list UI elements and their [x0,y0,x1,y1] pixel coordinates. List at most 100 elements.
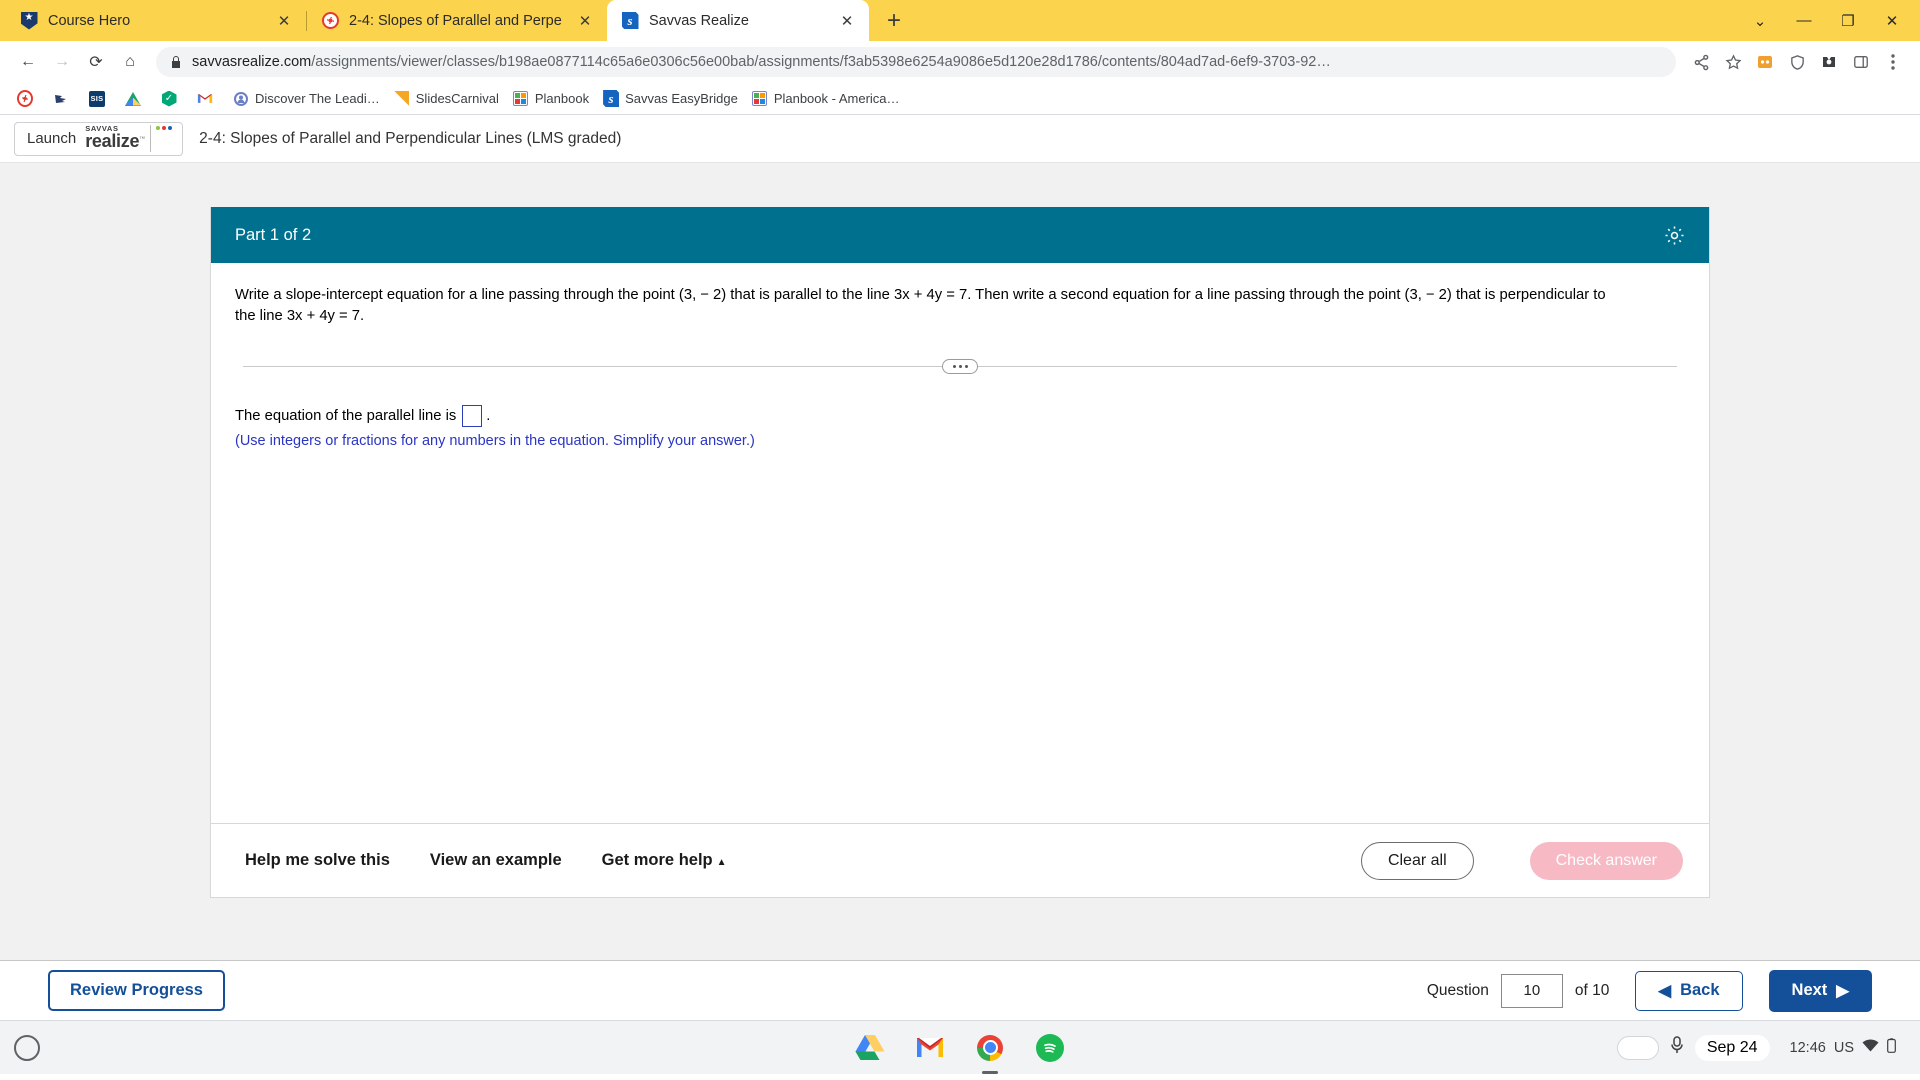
canvas-icon [321,12,339,30]
ellipsis-expand-icon[interactable] [942,359,978,374]
menu-icon[interactable] [1878,47,1908,77]
shelf-locale: US [1834,1040,1854,1056]
exercise-panel: Part 1 of 2 Write a slope-intercept equa… [210,207,1710,898]
url-domain: savvasrealize.com [192,54,311,70]
help-me-solve-this-button[interactable]: Help me solve this [245,851,390,870]
window-controls: ⌄ — ❐ ✕ [1738,0,1920,41]
microphone-icon[interactable] [1669,1035,1685,1060]
answer-prompt-after: . [486,408,490,424]
back-label: Back [1680,981,1719,1000]
bookmark-canvas[interactable] [10,88,46,110]
browser-toolbar: ← → ⟳ ⌂ savvasrealize.com/assignments/vi… [0,41,1920,83]
system-tray[interactable]: Sep 24 12:46 US [1617,1034,1906,1062]
sidepanel-icon[interactable] [1846,47,1876,77]
os-shelf: Sep 24 12:46 US [0,1020,1920,1074]
problem-body: Write a slope-intercept equation for a l… [211,263,1709,823]
bookmark-falcon[interactable] [46,88,82,110]
launch-realize-button[interactable]: Launch SAVVAS realize™ [14,122,183,156]
section-divider [243,357,1677,377]
spotify-icon[interactable] [1033,1031,1067,1065]
hexagon-icon: ✓ [161,91,177,107]
chrome-icon[interactable] [973,1031,1007,1065]
part-header: Part 1 of 2 [211,207,1709,263]
falcon-icon [53,91,69,107]
globe-icon [233,91,249,107]
logo-tm: ™ [139,137,145,143]
logo-brand-main: realize [85,131,139,151]
tab-title: Course Hero [48,13,264,29]
battery-icon [1887,1038,1896,1058]
extension-puzzle-icon[interactable] [1750,47,1780,77]
bookmark-planbook-america[interactable]: Planbook - America… [745,88,907,110]
next-arrow-icon: ▶ [1836,981,1849,1001]
tab-slopes-lesson[interactable]: 2-4: Slopes of Parallel and Perpe ✕ [307,0,607,41]
bookmark-hexagon[interactable]: ✓ [154,88,190,110]
bookmark-label: Planbook - America… [774,91,900,106]
share-icon[interactable] [1686,47,1716,77]
gmail-icon [197,91,213,107]
tab-title: 2-4: Slopes of Parallel and Perpe [349,13,565,29]
realize-logo: SAVVAS realize™ [85,125,172,152]
assignment-title: 2-4: Slopes of Parallel and Perpendicula… [199,130,621,148]
bookmark-google-drive[interactable] [118,88,154,110]
shelf-status-area[interactable]: 12:46 US [1780,1034,1906,1062]
bookmark-label: Discover The Leadi… [255,91,380,106]
gear-icon[interactable] [1659,220,1689,250]
back-icon[interactable]: ← [12,46,44,78]
bookmark-planbook[interactable]: Planbook [506,88,596,110]
tab-course-hero[interactable]: ★ Course Hero ✕ [6,0,306,41]
bookmark-slidescarnival[interactable]: SlidesCarnival [387,88,506,110]
tab-title: Savvas Realize [649,13,827,29]
chevron-up-icon: ▲ [717,857,727,868]
launch-label: Launch [27,130,76,147]
next-button[interactable]: Next ▶ [1769,970,1872,1012]
google-drive-icon [125,91,141,107]
back-button[interactable]: ◀ Back [1635,971,1742,1011]
view-an-example-button[interactable]: View an example [430,851,562,870]
slidescarnival-icon [394,91,410,107]
question-text: Write a slope-intercept equation for a l… [235,285,1625,328]
reload-icon[interactable]: ⟳ [80,46,112,78]
forward-icon[interactable]: → [46,46,78,78]
planbook-icon [752,91,768,107]
network-status-icon[interactable] [1617,1036,1659,1060]
chevron-down-icon[interactable]: ⌄ [1738,0,1782,41]
browser-tab-strip: ★ Course Hero ✕ 2-4: Slopes of Parallel … [0,0,1920,41]
bookmark-discover-the-leading[interactable]: Discover The Leadi… [226,88,387,110]
shield-icon[interactable] [1782,47,1812,77]
google-drive-icon[interactable] [853,1031,887,1065]
shelf-date[interactable]: Sep 24 [1695,1035,1770,1061]
tab-close-button[interactable]: ✕ [274,11,294,31]
savvas-icon: s [621,12,639,30]
answer-prompt-before: The equation of the parallel line is [235,408,456,424]
bookmark-gmail[interactable] [190,88,226,110]
question-number-input[interactable]: 10 [1501,974,1563,1008]
home-icon[interactable]: ⌂ [114,46,146,78]
tab-close-button[interactable]: ✕ [837,11,857,31]
star-icon[interactable] [1718,47,1748,77]
new-tab-button[interactable]: + [877,4,911,38]
tab-savvas-realize[interactable]: s Savvas Realize ✕ [607,0,869,41]
part-label: Part 1 of 2 [235,226,311,245]
minimize-button[interactable]: — [1782,0,1826,41]
get-more-help-button[interactable]: Get more help ▲ [602,851,727,870]
tab-close-button[interactable]: ✕ [575,11,595,31]
bookmark-savvas-easybridge[interactable]: s Savvas EasyBridge [596,88,745,110]
get-more-help-label: Get more help [602,851,713,869]
profile-icon[interactable] [1814,47,1844,77]
exercise-actions: Help me solve this View an example Get m… [211,823,1709,897]
bookmark-sis[interactable]: SIS [82,88,118,110]
check-answer-button[interactable]: Check answer [1530,842,1683,880]
answer-input[interactable] [462,405,482,427]
address-bar[interactable]: savvasrealize.com/assignments/viewer/cla… [156,47,1676,77]
clear-all-button[interactable]: Clear all [1361,842,1474,880]
launcher-circle-icon[interactable] [14,1035,40,1061]
maximize-button[interactable]: ❐ [1826,0,1870,41]
savvas-icon: s [603,91,619,107]
shelf-app-list [853,1031,1067,1065]
gmail-icon[interactable] [913,1031,947,1065]
next-label: Next [1792,981,1828,1000]
review-progress-button[interactable]: Review Progress [48,970,225,1011]
bookmark-label: Planbook [535,91,589,106]
close-window-button[interactable]: ✕ [1870,0,1914,41]
